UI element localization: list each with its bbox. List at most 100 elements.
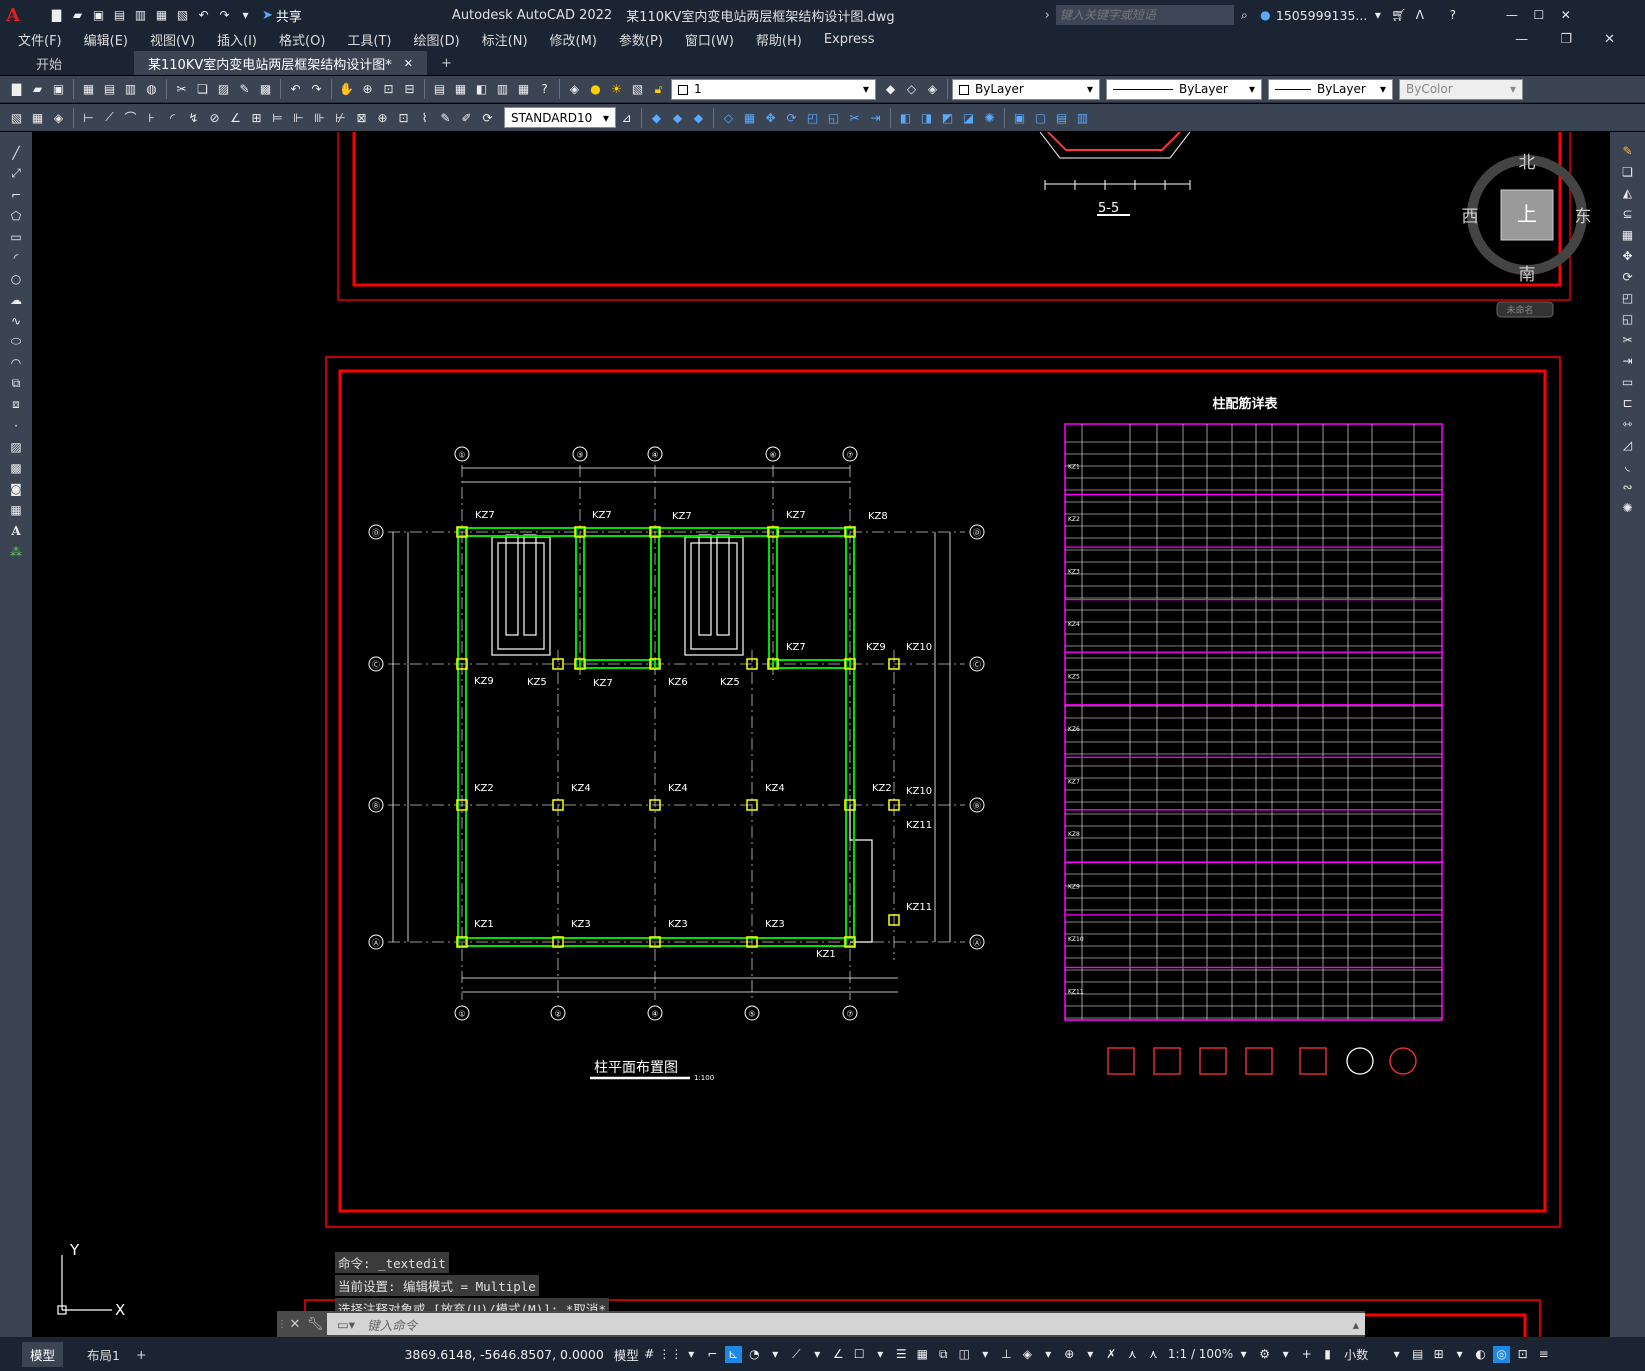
search-icon[interactable]: ⌕	[1236, 7, 1253, 24]
help-icon[interactable]: ?	[1444, 7, 1461, 24]
object-snap-icon[interactable]: ☐	[851, 1346, 868, 1363]
sheet-set-icon[interactable]: ▥	[494, 81, 511, 98]
array-icon[interactable]: ▦	[1619, 226, 1636, 243]
space-dim-icon[interactable]: ⊪	[311, 109, 328, 126]
redo-icon[interactable]: ↷	[216, 7, 233, 24]
offset-icon[interactable]: ◇	[720, 109, 737, 126]
tab-close-icon[interactable]: ✕	[404, 57, 413, 70]
fillet-icon[interactable]: ◪	[960, 109, 977, 126]
ellipse-arc-icon[interactable]: ◠	[8, 354, 25, 371]
block-editor-icon[interactable]: ▩	[257, 81, 274, 98]
grid-icon[interactable]: #	[641, 1346, 658, 1363]
user-name[interactable]: 1505999135...	[1276, 8, 1367, 23]
layout-tab[interactable]: 布局1	[79, 1342, 128, 1367]
tolerance-icon[interactable]: ⊠	[353, 109, 370, 126]
layer-properties-icon[interactable]: ◈	[566, 81, 583, 98]
coordinate-readout[interactable]: 3869.6148, -5646.8507, 0.0000	[404, 1347, 603, 1362]
menu-format[interactable]: 格式(O)	[279, 30, 325, 49]
open-icon[interactable]: ▰	[69, 7, 86, 24]
infer-constraints-icon[interactable]: ⌐	[704, 1346, 721, 1363]
revision-cloud-icon[interactable]: ☁	[8, 291, 25, 308]
blend-curves-icon[interactable]: ∾	[1619, 478, 1636, 495]
viewcube-south[interactable]: 南	[1519, 265, 1536, 285]
workspace-gear-icon[interactable]: ⚙	[1256, 1346, 1273, 1363]
units-value[interactable]: 小数	[1344, 1346, 1368, 1363]
send-back-icon[interactable]: ▢	[1032, 109, 1049, 126]
plot-icon[interactable]: ▦	[80, 81, 97, 98]
quick-dim-icon[interactable]: ⊞	[248, 109, 265, 126]
ordinate-dim-icon[interactable]: ⊦	[143, 109, 160, 126]
snap-icon[interactable]: ⋮⋮	[658, 1346, 682, 1363]
tab-start[interactable]: 开始	[22, 51, 76, 75]
chevron-down-icon[interactable]: ▾	[683, 1346, 700, 1363]
polygon-icon[interactable]: ⬠	[8, 207, 25, 224]
layer-lock-icon[interactable]: 🔓︎	[650, 81, 667, 98]
chevron-down-icon[interactable]: ▾	[977, 1346, 994, 1363]
center-mark-icon[interactable]: ⊕	[374, 109, 391, 126]
hardware-acceleration-icon[interactable]: ◎	[1493, 1345, 1511, 1363]
lineweight-icon[interactable]: ☰	[893, 1346, 910, 1363]
plotstyle-dropdown[interactable]: ByColor ▾	[1399, 78, 1523, 100]
dynamic-ucs-icon[interactable]: ⊥	[998, 1346, 1015, 1363]
angular-dim-icon[interactable]: ∠	[227, 109, 244, 126]
doc-close-icon[interactable]: ✕	[1604, 32, 1615, 47]
hide-objects-icon[interactable]: ▥	[1074, 109, 1091, 126]
move-icon[interactable]: ✥	[762, 109, 779, 126]
chevron-down-icon[interactable]: ▾	[1277, 1346, 1294, 1363]
isolate-objects-icon[interactable]: ◐	[1472, 1346, 1489, 1363]
insert-block-icon[interactable]: ⧉	[8, 375, 25, 392]
new-tab-button[interactable]: +	[427, 51, 466, 75]
rotate-icon[interactable]: ⟳	[1619, 268, 1636, 285]
new-icon[interactable]: ▇	[8, 81, 25, 98]
command-input[interactable]: ▭▾ 键入命令 ▴	[327, 1313, 1365, 1335]
doc-restore-icon[interactable]: ❐	[1560, 32, 1572, 47]
plot-preview-icon[interactable]: ▤	[101, 81, 118, 98]
dim-style-icon[interactable]: ⊿	[618, 109, 635, 126]
command-prompt-icon[interactable]: ▭▾	[337, 1317, 355, 1332]
menu-express[interactable]: Express	[824, 32, 875, 47]
mirror-icon[interactable]: ◆	[690, 109, 707, 126]
drawing-canvas[interactable]: 5-5 ① ③ ④ ⑥ ⑦ ① ② ④ ⑤ ⑦ Ⓓ Ⓒ Ⓑ Ⓐ Ⓓ Ⓒ Ⓑ Ⓐ …	[32, 132, 1610, 1337]
chevron-down-icon[interactable]: ▾	[1235, 1346, 1252, 1363]
circle-icon[interactable]: ○	[8, 270, 25, 287]
layer-dropdown[interactable]: 1 ▾	[671, 78, 876, 100]
viewcube-north[interactable]: 北	[1519, 153, 1536, 173]
draw-order-icon[interactable]: ▤	[1053, 109, 1070, 126]
extend-icon[interactable]: ⇥	[867, 109, 884, 126]
diameter-dim-icon[interactable]: ⊘	[206, 109, 223, 126]
copy-object-icon[interactable]: ❏	[1619, 163, 1636, 180]
new-icon[interactable]: ▇	[48, 7, 65, 24]
auto-scale-icon[interactable]: ⋏	[1124, 1346, 1141, 1363]
chamfer-icon[interactable]: ◩	[939, 109, 956, 126]
scale-icon[interactable]: ◰	[804, 109, 821, 126]
linetype-dropdown[interactable]: ByLayer ▾	[1106, 78, 1262, 100]
chevron-down-icon[interactable]: ▾	[1388, 1346, 1405, 1363]
undo-icon[interactable]: ↶	[195, 7, 212, 24]
undo-icon[interactable]: ↶	[287, 81, 304, 98]
saveas-icon[interactable]: ▤	[111, 7, 128, 24]
trim-icon[interactable]: ✂	[1619, 331, 1636, 348]
grip-icon[interactable]: ⋮	[277, 1319, 287, 1330]
model-tab[interactable]: 模型	[22, 1341, 64, 1367]
properties-icon[interactable]: ▤	[431, 81, 448, 98]
join-icon[interactable]: ◨	[918, 109, 935, 126]
dim-text-edit-icon[interactable]: ✐	[458, 109, 475, 126]
calculator-icon[interactable]: ▦	[515, 81, 532, 98]
region-icon[interactable]: ◙	[8, 480, 25, 497]
selection-cycling-icon[interactable]: ⧉	[935, 1346, 952, 1363]
menu-modify[interactable]: 修改(M)	[550, 30, 597, 49]
print-icon[interactable]: ▧	[174, 7, 191, 24]
plot-icon[interactable]: ▦	[153, 7, 170, 24]
chevron-down-icon[interactable]: ▾	[872, 1346, 889, 1363]
point-icon[interactable]: ·	[8, 417, 25, 434]
viewcube-east[interactable]: 东	[1575, 207, 1592, 227]
break-at-point-icon[interactable]: ▭	[1619, 373, 1636, 390]
customization-menu-icon[interactable]: ≡	[1535, 1346, 1552, 1363]
make-current-layer-icon[interactable]: ◆	[882, 81, 899, 98]
attribute-icon[interactable]: ▧	[8, 109, 25, 126]
make-block-icon[interactable]: ⧈	[8, 396, 25, 413]
redo-icon[interactable]: ↷	[308, 81, 325, 98]
inspect-icon[interactable]: ⊡	[395, 109, 412, 126]
jogged-dim-icon[interactable]: ↯	[185, 109, 202, 126]
object-snap-tracking-icon[interactable]: ∠	[830, 1346, 847, 1363]
